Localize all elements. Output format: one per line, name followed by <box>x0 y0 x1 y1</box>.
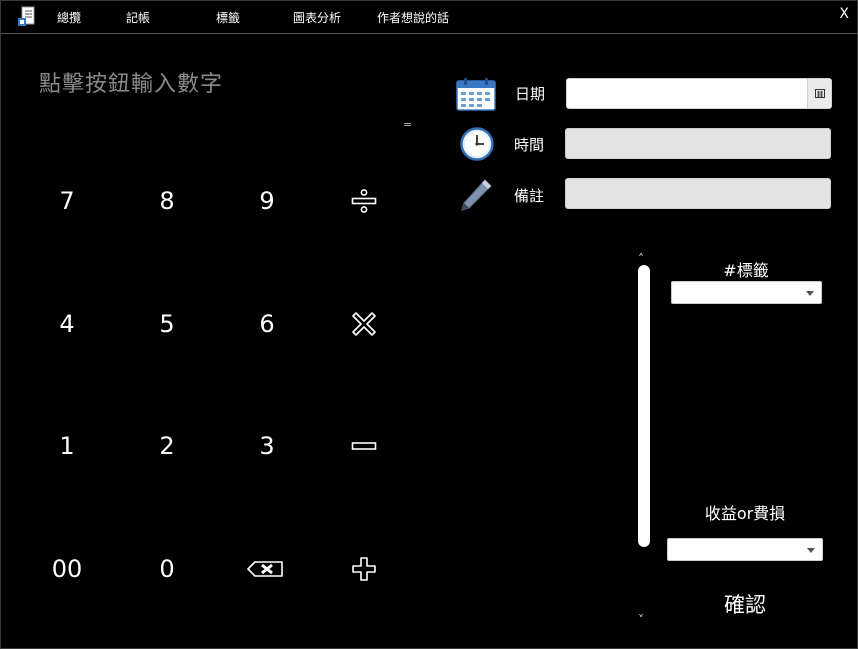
minus-button[interactable] <box>319 416 409 476</box>
app-window: 總攬 記帳 標籤 圖表分析 作者想說的話 X 點擊按鈕輸入數字 = 7 8 9 … <box>0 0 858 649</box>
key-4[interactable]: 4 <box>22 294 112 354</box>
plus-icon <box>352 557 376 581</box>
close-button[interactable]: X <box>839 6 849 22</box>
divide-button[interactable] <box>319 171 409 231</box>
menu-tags[interactable]: 標籤 <box>216 9 240 26</box>
date-picker-button[interactable] <box>807 79 831 108</box>
key-2[interactable]: 2 <box>122 416 212 476</box>
scroll-down-arrow[interactable]: ˅ <box>638 613 644 627</box>
menu-bookkeeping[interactable]: 記帳 <box>126 9 150 26</box>
menu-chart-analysis[interactable]: 圖表分析 <box>293 9 341 26</box>
backspace-icon <box>247 561 283 577</box>
confirm-button[interactable]: 確認 <box>706 589 784 619</box>
scrollbar-thumb[interactable] <box>638 265 650 547</box>
key-6[interactable]: 6 <box>222 294 312 354</box>
multiply-icon <box>352 312 376 336</box>
pencil-icon <box>461 179 492 211</box>
key-5[interactable]: 5 <box>122 294 212 354</box>
note-label: 備註 <box>514 187 545 205</box>
backspace-button[interactable] <box>220 539 310 599</box>
key-7[interactable]: 7 <box>22 171 112 231</box>
calendar-small-icon <box>814 89 825 98</box>
key-0[interactable]: 0 <box>122 539 212 599</box>
key-00[interactable]: 00 <box>22 539 112 599</box>
menu-overview[interactable]: 總攬 <box>57 9 81 26</box>
note-input[interactable] <box>565 178 831 209</box>
date-label: 日期 <box>515 85 546 103</box>
date-picker[interactable] <box>566 78 832 109</box>
key-1[interactable]: 1 <box>22 416 112 476</box>
chevron-down-icon <box>806 291 814 296</box>
tag-dropdown[interactable] <box>671 281 822 304</box>
tag-label: #標籤 <box>723 261 769 280</box>
menu-bar: 總攬 記帳 標籤 圖表分析 作者想說的話 X <box>1 1 858 34</box>
app-icon <box>18 6 35 26</box>
plus-button[interactable] <box>319 539 409 599</box>
time-input[interactable] <box>565 128 831 159</box>
clock-icon <box>460 127 494 161</box>
key-3[interactable]: 3 <box>222 416 312 476</box>
calculator-display: 點擊按鈕輸入數字 <box>39 72 224 97</box>
key-9[interactable]: 9 <box>222 171 312 231</box>
chevron-down-icon <box>807 548 815 553</box>
divide-icon <box>351 189 377 213</box>
equals-indicator: = <box>403 118 413 131</box>
key-8[interactable]: 8 <box>122 171 212 231</box>
income-expense-dropdown[interactable] <box>667 538 823 561</box>
time-label: 時間 <box>514 136 545 154</box>
minus-icon <box>351 442 377 450</box>
scroll-up-arrow[interactable]: ˄ <box>638 252 644 266</box>
income-expense-label: 收益or費損 <box>704 504 786 523</box>
menu-author-notes[interactable]: 作者想說的話 <box>377 9 449 26</box>
multiply-button[interactable] <box>319 294 409 354</box>
calendar-icon <box>456 78 496 111</box>
